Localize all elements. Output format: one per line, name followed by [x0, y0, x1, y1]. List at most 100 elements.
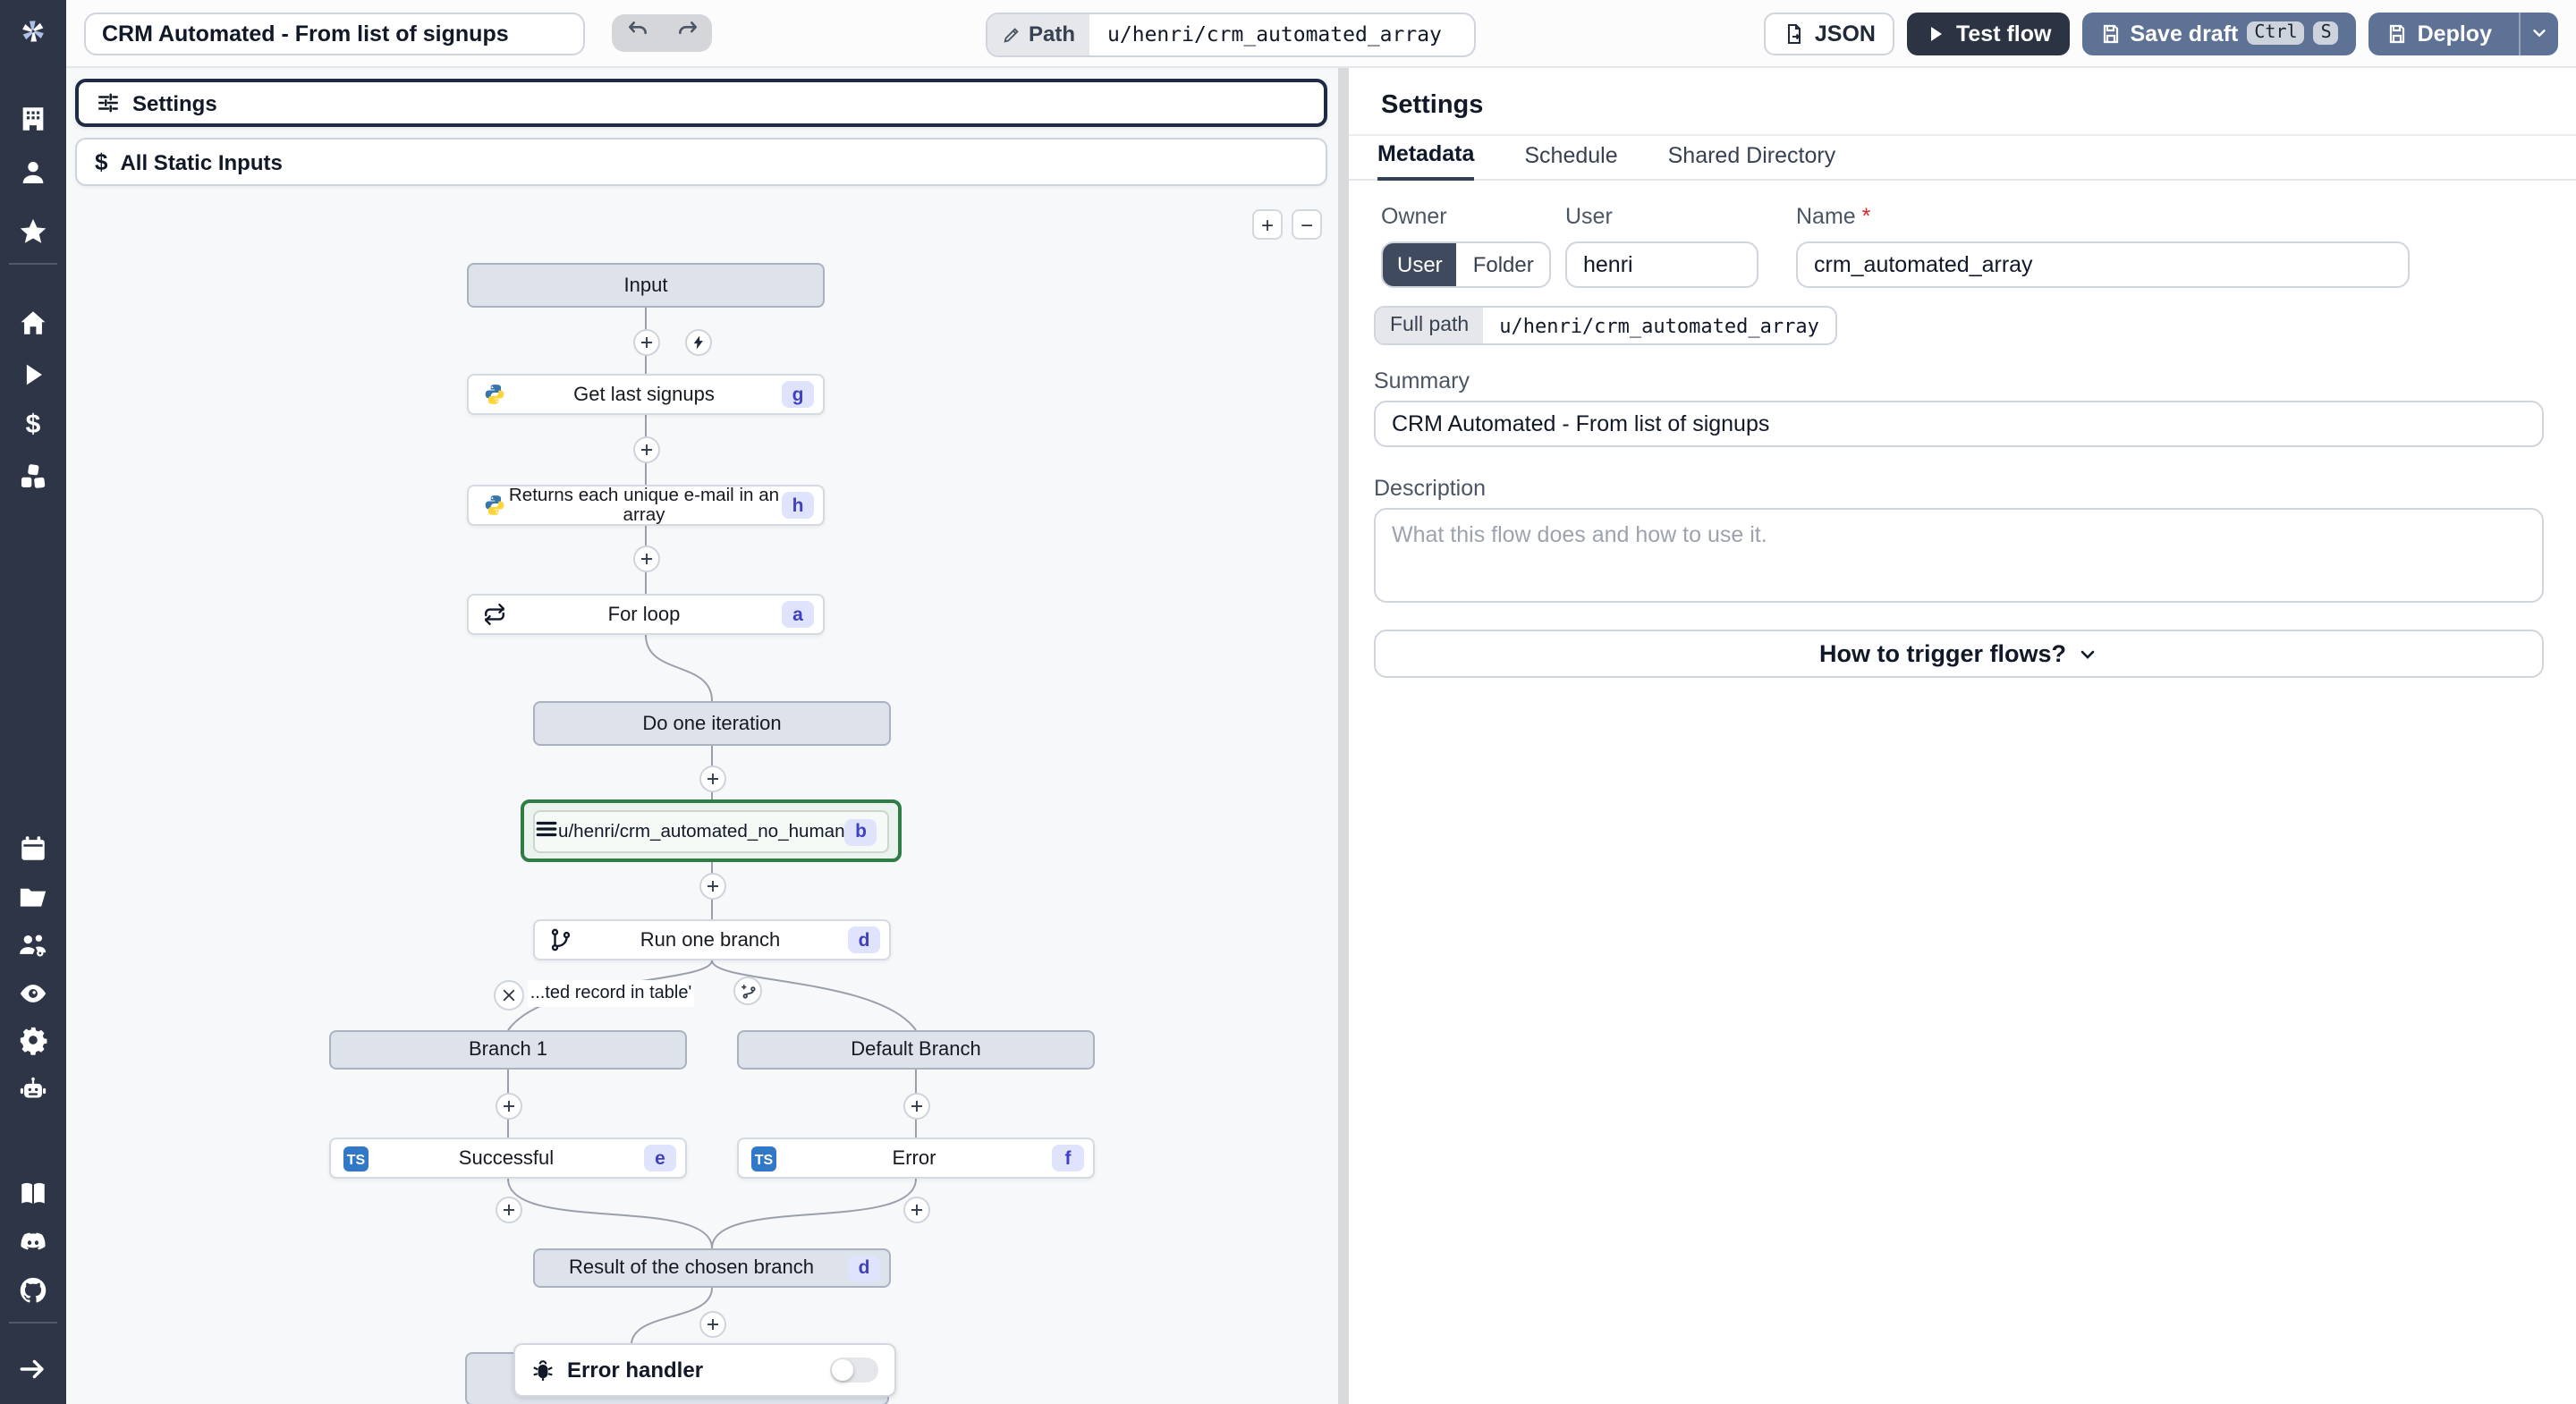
workers-robot-icon[interactable] — [17, 1073, 49, 1105]
node-input[interactable]: Input — [467, 263, 825, 308]
resources-cubes-icon[interactable] — [17, 460, 49, 492]
plus-icon — [640, 336, 651, 347]
path-label: Path — [987, 13, 1090, 55]
node-get-last-signups[interactable]: Get last signups g — [467, 374, 825, 415]
how-to-trigger-flows-button[interactable]: How to trigger flows? — [1374, 630, 2544, 678]
test-flow-button[interactable]: Test flow — [1907, 12, 2070, 55]
owner-user-option[interactable]: User — [1383, 243, 1457, 286]
error-handler-toggle[interactable] — [830, 1357, 878, 1383]
tab-shared-directory[interactable]: Shared Directory — [1668, 143, 1836, 179]
step-id-badge: d — [848, 1255, 880, 1281]
tab-schedule[interactable]: Schedule — [1524, 143, 1617, 179]
folders-icon[interactable] — [17, 880, 49, 912]
toggle-knob — [832, 1359, 853, 1381]
audit-eye-icon[interactable] — [17, 977, 49, 1009]
zoom-out-button[interactable]: − — [1292, 209, 1322, 240]
add-step-button[interactable] — [902, 1092, 929, 1119]
chevron-down-icon — [2533, 30, 2546, 38]
typescript-icon: TS — [751, 1146, 776, 1171]
github-icon[interactable] — [17, 1273, 49, 1306]
add-step-button[interactable] — [699, 872, 725, 899]
node-default-branch[interactable]: Default Branch — [737, 1030, 1095, 1070]
selected-step-wrapper: u/henri/crm_automated_no_human b — [521, 799, 902, 862]
workspace-icon[interactable] — [17, 102, 49, 134]
panel-divider — [1349, 134, 2576, 136]
python-icon — [481, 493, 506, 518]
panel-title: Settings — [1381, 91, 1484, 120]
error-handler-card[interactable]: Error handler — [513, 1343, 896, 1397]
save-draft-button[interactable]: Save draft Ctrl S — [2081, 12, 2357, 55]
step-id-badge: b — [844, 818, 877, 845]
python-icon — [481, 382, 506, 407]
hamburger-menu-icon — [535, 817, 558, 846]
favorites-star-icon[interactable] — [17, 215, 49, 247]
owner-kind-toggle: User Folder — [1381, 241, 1552, 288]
zoom-in-button[interactable]: + — [1252, 209, 1283, 240]
add-step-button[interactable] — [632, 436, 659, 462]
add-step-button[interactable] — [902, 1196, 929, 1222]
user-input[interactable] — [1565, 241, 1758, 288]
path-badge[interactable]: Path u/henri/crm_automated_array — [986, 12, 1477, 56]
summary-input[interactable] — [1374, 401, 2544, 447]
add-step-button[interactable] — [632, 328, 659, 355]
plus-icon — [503, 1204, 513, 1214]
settings-gear-icon[interactable] — [17, 1023, 49, 1055]
json-button[interactable]: JSON — [1764, 12, 1895, 55]
plus-icon — [503, 1100, 513, 1111]
name-input[interactable] — [1796, 241, 2410, 288]
typescript-icon: TS — [343, 1146, 369, 1171]
summary-label: Summary — [1374, 368, 1470, 393]
add-step-button[interactable] — [495, 1092, 521, 1119]
node-crm-automated-no-human[interactable]: u/henri/crm_automated_no_human b — [533, 810, 889, 853]
add-step-button[interactable] — [699, 1310, 725, 1337]
sidebar-divider — [9, 263, 57, 265]
loop-repeat-icon — [481, 602, 506, 627]
owner-folder-option[interactable]: Folder — [1457, 243, 1550, 286]
panel-scrollbar[interactable] — [1338, 68, 1349, 1404]
node-error[interactable]: TS Error f — [737, 1138, 1095, 1179]
add-step-button[interactable] — [632, 546, 659, 572]
path-value: u/henri/crm_automated_array — [1107, 21, 1442, 47]
plus-icon — [640, 554, 651, 564]
branch-condition-label[interactable]: ...ted record in table' — [528, 980, 694, 1007]
trigger-lightning-button[interactable] — [684, 328, 711, 355]
flow-summary-input[interactable] — [84, 12, 585, 55]
step-id-badge: h — [782, 492, 814, 519]
node-do-one-iteration[interactable]: Do one iteration — [533, 701, 891, 746]
description-textarea[interactable] — [1374, 508, 2544, 603]
plus-icon — [707, 880, 717, 891]
node-unique-emails[interactable]: Returns each unique e-mail in an array h — [467, 485, 825, 526]
tab-metadata[interactable]: Metadata — [1377, 141, 1475, 181]
undo-icon[interactable] — [625, 17, 648, 49]
runs-play-icon[interactable] — [17, 358, 49, 390]
node-run-one-branch[interactable]: Run one branch d — [533, 919, 891, 960]
node-branch-result[interactable]: Result of the chosen branch d — [533, 1248, 891, 1288]
node-for-loop[interactable]: For loop a — [467, 594, 825, 635]
node-successful[interactable]: TS Successful e — [329, 1138, 687, 1179]
play-icon — [1931, 26, 1943, 40]
deploy-button[interactable]: Deploy — [2369, 12, 2510, 55]
user-icon[interactable] — [17, 156, 49, 188]
add-step-button[interactable] — [495, 1196, 521, 1222]
step-id-badge: f — [1052, 1145, 1084, 1171]
plus-icon — [707, 1318, 717, 1329]
variables-dollar-icon[interactable]: $ — [17, 408, 49, 440]
redo-icon[interactable] — [675, 17, 699, 49]
expand-sidebar-arrow-icon[interactable] — [17, 1352, 49, 1384]
windmill-logo-icon[interactable] — [17, 14, 49, 47]
groups-users-gear-icon[interactable] — [17, 928, 49, 960]
docs-book-icon[interactable] — [17, 1177, 49, 1209]
all-static-inputs-bar[interactable]: $ All Static Inputs — [75, 138, 1327, 186]
settings-panel: Settings Metadata Schedule Shared Direct… — [1349, 68, 2576, 1404]
discord-icon[interactable] — [17, 1225, 49, 1257]
add-branch-button[interactable] — [733, 977, 762, 1005]
add-step-button[interactable] — [699, 765, 725, 791]
full-path-badge: Full path u/henri/crm_automated_array — [1374, 306, 1837, 345]
node-branch-1[interactable]: Branch 1 — [329, 1030, 687, 1070]
kbd-s: S — [2313, 21, 2339, 45]
deploy-more-button[interactable] — [2519, 12, 2558, 55]
flow-settings-bar[interactable]: Settings — [75, 79, 1327, 127]
home-icon[interactable] — [17, 306, 49, 338]
remove-branch-button[interactable] — [493, 979, 523, 1010]
schedules-calendar-icon[interactable] — [17, 832, 49, 864]
